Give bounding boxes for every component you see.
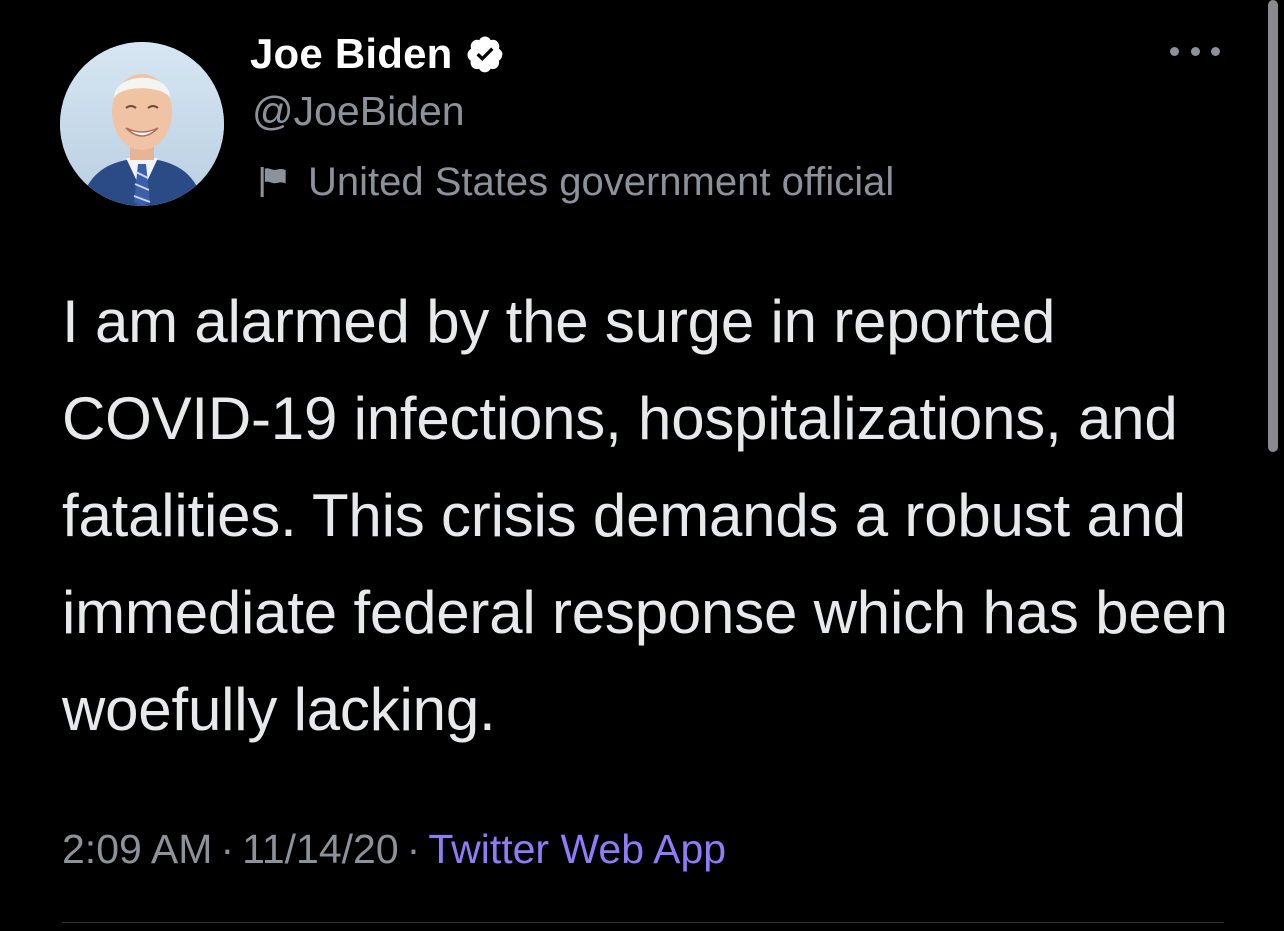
tweet-text: I am alarmed by the surge in reported CO… — [62, 288, 1228, 743]
avatar[interactable] — [60, 42, 224, 206]
more-horizontal-icon[interactable] — [1170, 36, 1220, 66]
account-label-text: United States government official — [308, 159, 895, 204]
divider — [62, 922, 1224, 923]
tweet-meta: 2:09 AM · 11/14/20 · Twitter Web App — [62, 826, 726, 873]
flag-icon — [254, 162, 294, 202]
meta-separator: · — [220, 826, 235, 872]
tweet: Joe Biden @JoeBiden United States govern… — [0, 0, 1284, 931]
tweet-date[interactable]: 11/14/20 — [242, 826, 399, 872]
author-display-name[interactable]: Joe Biden — [250, 30, 453, 78]
more-dot — [1190, 46, 1200, 56]
more-dot — [1211, 46, 1220, 56]
scrollbar[interactable] — [1268, 0, 1278, 452]
account-label[interactable]: United States government official — [254, 156, 894, 208]
avatar-photo — [60, 42, 224, 206]
author-name-row[interactable]: Joe Biden — [250, 26, 505, 82]
meta-separator: · — [406, 826, 421, 872]
author-handle[interactable]: @JoeBiden — [252, 88, 465, 135]
tweet-source-link[interactable]: Twitter Web App — [428, 826, 726, 872]
verified-badge-icon — [465, 34, 505, 74]
more-dot — [1170, 46, 1179, 56]
tweet-time[interactable]: 2:09 AM — [62, 826, 212, 872]
